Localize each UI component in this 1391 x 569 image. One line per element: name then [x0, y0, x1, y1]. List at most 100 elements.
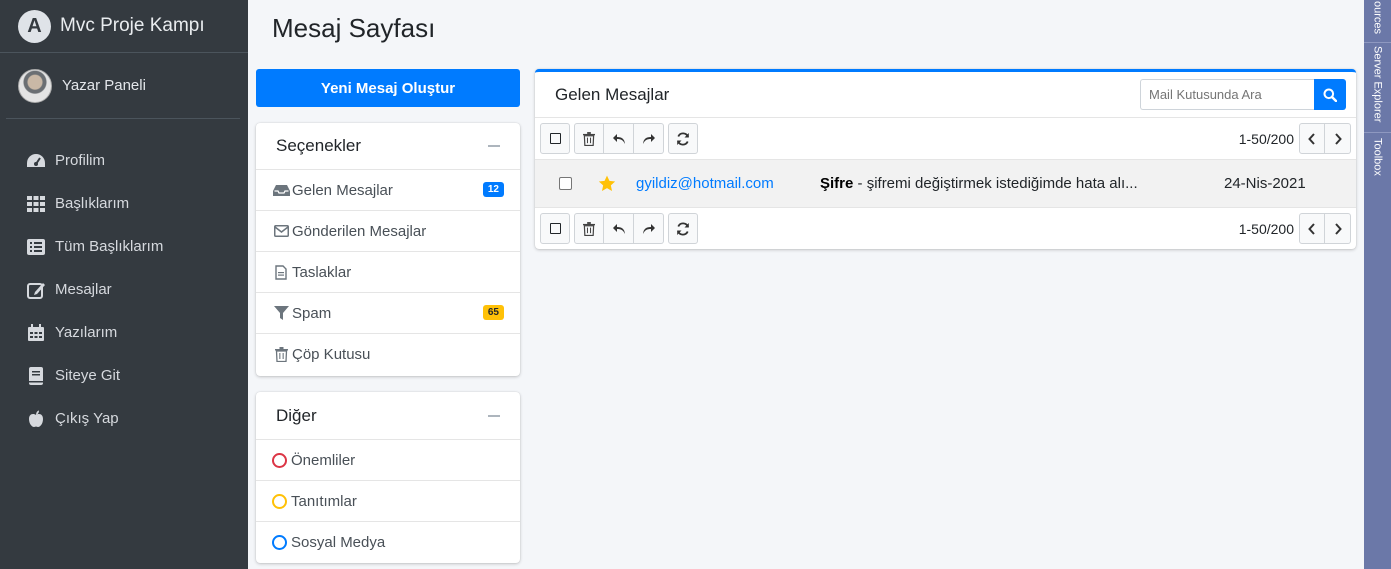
inbox-card: Gelen Mesajlar 1-50/200	[535, 69, 1356, 249]
chevron-left-icon	[1308, 222, 1315, 235]
chevron-right-icon	[1334, 222, 1342, 235]
toolbox-tab[interactable]: Toolbox	[1364, 132, 1391, 180]
sidebar-item-siteye-git[interactable]: Siteye Git	[0, 354, 248, 397]
delete-button[interactable]	[574, 123, 604, 154]
unread-badge: 12	[482, 182, 504, 197]
folder-label: Çöp Kutusu	[292, 346, 371, 363]
compose-button[interactable]: Yeni Mesaj Oluştur	[256, 69, 520, 107]
user-name: Yazar Paneli	[62, 77, 146, 94]
filter-icon	[272, 305, 290, 321]
sidebar-item-tum-basliklarim[interactable]: Tüm Başlıklarım	[0, 225, 248, 268]
calendar-icon	[26, 323, 46, 342]
labels-card: Diğer Önemliler Tanıtımlar Sosyal Medya	[256, 392, 520, 563]
options-card: Seçenekler Gelen Mesajlar 12 Gönderilen …	[256, 123, 520, 376]
delete-button[interactable]	[574, 213, 604, 244]
refresh-icon	[677, 222, 689, 235]
folder-label: Spam	[292, 304, 332, 322]
grid-icon	[26, 195, 46, 213]
label-text: Sosyal Medya	[291, 534, 386, 551]
collapse-icon[interactable]	[488, 145, 500, 147]
label-text: Önemliler	[291, 451, 356, 469]
forward-icon	[642, 133, 655, 144]
folder-gonderilen-mesajlar[interactable]: Gönderilen Mesajlar	[256, 211, 520, 252]
reply-icon	[612, 223, 625, 234]
inbox-icon	[272, 182, 290, 198]
message-checkbox[interactable]	[559, 177, 572, 190]
options-title: Seçenekler	[276, 136, 362, 155]
sidebar-item-yazilarim[interactable]: Yazılarım	[0, 311, 248, 354]
star-icon[interactable]	[598, 175, 616, 192]
sidebar-item-label: Çıkış Yap	[55, 410, 119, 427]
subject-preview: - şifremi değiştirmek istediğimde hata a…	[853, 175, 1138, 192]
label-tanitimlar[interactable]: Tanıtımlar	[256, 481, 520, 522]
label-sosyal-medya[interactable]: Sosyal Medya	[256, 522, 520, 563]
sidebar-item-profilim[interactable]: Profilim	[0, 139, 248, 182]
sidebar: A Mvc Proje Kampı Yazar Paneli Profilim …	[0, 0, 248, 569]
inbox-header: Gelen Mesajlar	[535, 72, 1356, 118]
ide-side-panel: ources Server Explorer Toolbox	[1364, 0, 1391, 569]
resources-tab[interactable]: ources	[1364, 0, 1391, 36]
pager-text: 1-50/200	[1238, 130, 1294, 147]
mail-toolbar-bottom: 1-50/200	[535, 208, 1356, 249]
subject-title: Şifre	[820, 175, 854, 192]
refresh-button[interactable]	[668, 213, 698, 244]
inbox-title: Gelen Mesajlar	[555, 84, 670, 104]
next-page-button[interactable]	[1325, 213, 1351, 244]
server-explorer-tab[interactable]: Server Explorer	[1364, 42, 1391, 126]
sidebar-item-label: Başlıklarım	[55, 195, 130, 212]
prev-page-button[interactable]	[1299, 123, 1325, 154]
message-sender[interactable]: gyildiz@hotmail.com	[636, 175, 820, 192]
folder-spam[interactable]: Spam 65	[256, 293, 520, 334]
file-icon	[272, 264, 290, 280]
sidebar-item-basliklarim[interactable]: Başlıklarım	[0, 182, 248, 225]
select-all-button[interactable]	[540, 123, 570, 154]
reply-button[interactable]	[604, 123, 634, 154]
search-button[interactable]	[1314, 79, 1346, 110]
folder-taslaklar[interactable]: Taslaklar	[256, 252, 520, 293]
forward-button[interactable]	[634, 213, 664, 244]
pager-text: 1-50/200	[1238, 220, 1294, 237]
prev-page-button[interactable]	[1299, 213, 1325, 244]
circle-icon	[272, 535, 287, 550]
mail-toolbar-top: 1-50/200	[535, 118, 1356, 159]
circle-icon	[272, 452, 287, 468]
edit-icon	[26, 281, 46, 299]
search-input[interactable]	[1140, 79, 1314, 110]
message-row[interactable]: gyildiz@hotmail.com Şifre - şifremi deği…	[535, 159, 1356, 208]
folder-label: Gelen Mesajlar	[292, 181, 393, 199]
sidebar-item-label: Yazılarım	[55, 324, 118, 341]
folder-cop-kutusu[interactable]: Çöp Kutusu	[256, 334, 520, 375]
trash-icon	[272, 347, 290, 363]
page-title: Mesaj Sayfası	[272, 13, 436, 43]
next-page-button[interactable]	[1325, 123, 1351, 154]
reply-button[interactable]	[604, 213, 634, 244]
refresh-button[interactable]	[668, 123, 698, 154]
tachometer-icon	[26, 152, 46, 170]
message-subject[interactable]: Şifre - şifremi değiştirmek istediğimde …	[820, 175, 1224, 192]
trash-icon	[583, 131, 595, 146]
refresh-icon	[677, 132, 689, 145]
sidebar-item-cikis-yap[interactable]: Çıkış Yap	[0, 397, 248, 440]
sidebar-item-mesajlar[interactable]: Mesajlar	[0, 268, 248, 311]
spam-badge: 65	[482, 305, 504, 320]
folder-gelen-mesajlar[interactable]: Gelen Mesajlar 12	[256, 170, 520, 211]
avatar	[18, 68, 52, 103]
checkbox-icon	[549, 223, 561, 234]
select-all-button[interactable]	[540, 213, 570, 244]
labels-header: Diğer	[256, 392, 520, 440]
search-icon	[1323, 88, 1337, 102]
forward-button[interactable]	[634, 123, 664, 154]
trash-icon	[583, 221, 595, 236]
checkbox-icon	[549, 133, 561, 144]
folder-label: Taslaklar	[292, 263, 352, 281]
collapse-icon[interactable]	[488, 414, 500, 417]
brand-logo: A	[18, 9, 51, 43]
sidebar-item-label: Tüm Başlıklarım	[55, 238, 164, 255]
search-group	[1140, 79, 1346, 110]
list-icon	[26, 238, 46, 256]
sidebar-nav: Profilim Başlıklarım Tüm Başlıklarım Mes…	[0, 139, 248, 440]
message-date: 24-Nis-2021	[1224, 175, 1306, 192]
brand-link[interactable]: A Mvc Proje Kampı	[0, 0, 248, 53]
label-onemliler[interactable]: Önemliler	[256, 440, 520, 481]
user-panel[interactable]: Yazar Paneli	[6, 53, 240, 119]
